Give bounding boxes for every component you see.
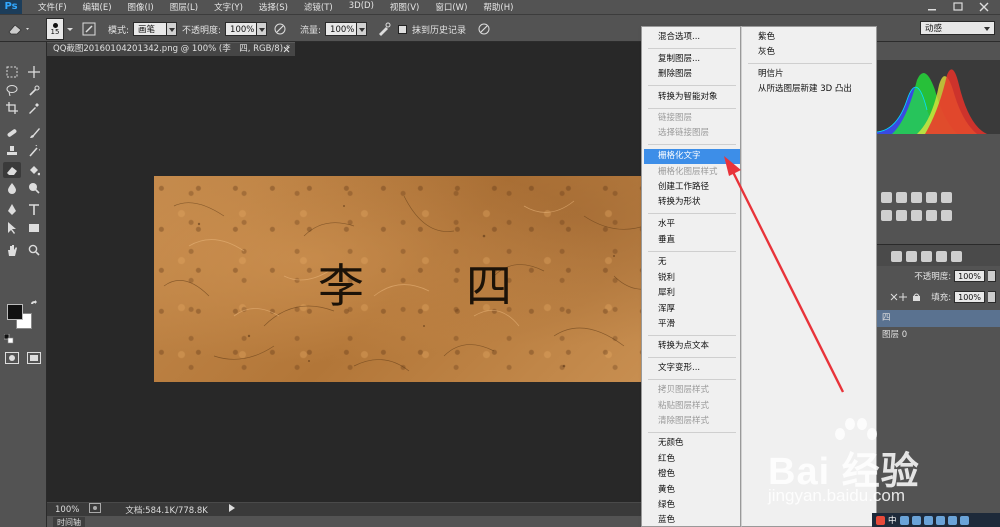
- tray-user-icon[interactable]: [935, 515, 945, 525]
- arrow-shaft: [730, 169, 845, 393]
- tray-moon-icon[interactable]: [899, 515, 909, 525]
- ime-indicator[interactable]: 中: [888, 514, 897, 526]
- watermark-site: jingyan.baidu.com: [768, 486, 906, 505]
- tray-mic-icon[interactable]: [911, 515, 921, 525]
- tray-keyboard-icon[interactable]: [923, 515, 933, 525]
- tray-settings-icon[interactable]: [959, 515, 969, 525]
- arrow-head-icon: [724, 156, 741, 176]
- tray-app-icon[interactable]: [876, 515, 885, 525]
- system-tray: 中: [872, 513, 1000, 527]
- tray-shirt-icon[interactable]: [947, 515, 957, 525]
- baidu-watermark: Bai 经验 jingyan.baidu.com: [760, 412, 990, 512]
